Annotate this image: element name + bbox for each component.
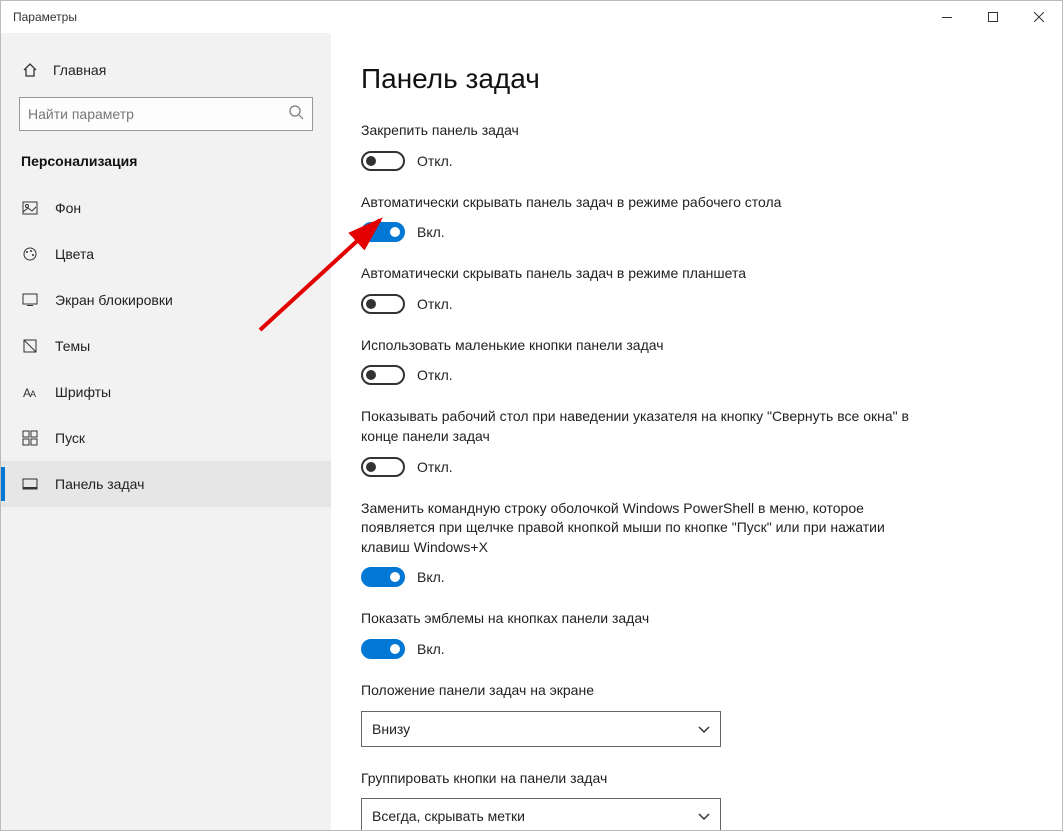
page-title: Панель задач bbox=[361, 63, 1042, 95]
taskbar-icon bbox=[21, 475, 39, 493]
toggle-badges[interactable] bbox=[361, 639, 405, 659]
sidebar-section-title: Персонализация bbox=[1, 153, 331, 185]
sidebar-item-themes[interactable]: Темы bbox=[1, 323, 331, 369]
setting-label: Показывать рабочий стол при наведении ук… bbox=[361, 407, 921, 446]
setting-label: Использовать маленькие кнопки панели зад… bbox=[361, 336, 921, 356]
setting-combine-buttons: Группировать кнопки на панели задач Всег… bbox=[361, 769, 921, 830]
titlebar: Параметры bbox=[1, 1, 1062, 33]
toggle-state-text: Откл. bbox=[417, 367, 453, 383]
dropdown-value: Всегда, скрывать метки bbox=[372, 808, 525, 824]
fonts-icon: AA bbox=[21, 383, 39, 401]
sidebar-item-start[interactable]: Пуск bbox=[1, 415, 331, 461]
setting-powershell: Заменить командную строку оболочкой Wind… bbox=[361, 499, 921, 588]
setting-small-buttons: Использовать маленькие кнопки панели зад… bbox=[361, 336, 921, 386]
sidebar-item-colors[interactable]: Цвета bbox=[1, 231, 331, 277]
close-icon bbox=[1034, 12, 1044, 22]
home-link[interactable]: Главная bbox=[1, 51, 331, 97]
dropdown-taskbar-location[interactable]: Внизу bbox=[361, 711, 721, 747]
setting-badges: Показать эмблемы на кнопках панели задач… bbox=[361, 609, 921, 659]
toggle-small-buttons[interactable] bbox=[361, 365, 405, 385]
setting-label: Положение панели задач на экране bbox=[361, 681, 921, 701]
close-button[interactable] bbox=[1016, 1, 1062, 33]
setting-taskbar-location: Положение панели задач на экране Внизу bbox=[361, 681, 921, 747]
sidebar-item-label: Экран блокировки bbox=[55, 292, 173, 308]
palette-icon bbox=[21, 245, 39, 263]
setting-autohide-tablet: Автоматически скрывать панель задач в ре… bbox=[361, 264, 921, 314]
setting-label: Показать эмблемы на кнопках панели задач bbox=[361, 609, 921, 629]
main-panel: Панель задач Закрепить панель задач Откл… bbox=[331, 33, 1062, 830]
setting-peek-desktop: Показывать рабочий стол при наведении ук… bbox=[361, 407, 921, 476]
setting-label: Заменить командную строку оболочкой Wind… bbox=[361, 499, 921, 558]
sidebar-item-label: Фон bbox=[55, 200, 81, 216]
home-label: Главная bbox=[53, 62, 106, 78]
sidebar-item-lock-screen[interactable]: Экран блокировки bbox=[1, 277, 331, 323]
chevron-down-icon bbox=[698, 721, 710, 737]
sidebar-item-label: Темы bbox=[55, 338, 90, 354]
dropdown-value: Внизу bbox=[372, 721, 410, 737]
toggle-state-text: Откл. bbox=[417, 153, 453, 169]
search-icon bbox=[288, 104, 304, 125]
minimize-icon bbox=[942, 17, 952, 18]
maximize-icon bbox=[988, 12, 998, 22]
setting-label: Закрепить панель задач bbox=[361, 121, 921, 141]
setting-autohide-desktop: Автоматически скрывать панель задач в ре… bbox=[361, 193, 921, 243]
toggle-autohide-desktop[interactable] bbox=[361, 222, 405, 242]
setting-label: Группировать кнопки на панели задач bbox=[361, 769, 921, 789]
setting-label: Автоматически скрывать панель задач в ре… bbox=[361, 193, 921, 213]
sidebar-item-label: Панель задач bbox=[55, 476, 144, 492]
setting-lock-taskbar: Закрепить панель задач Откл. bbox=[361, 121, 921, 171]
maximize-button[interactable] bbox=[970, 1, 1016, 33]
toggle-state-text: Вкл. bbox=[417, 569, 445, 585]
toggle-state-text: Вкл. bbox=[417, 224, 445, 240]
toggle-lock-taskbar[interactable] bbox=[361, 151, 405, 171]
toggle-peek-desktop[interactable] bbox=[361, 457, 405, 477]
start-icon bbox=[21, 429, 39, 447]
sidebar-item-fonts[interactable]: AA Шрифты bbox=[1, 369, 331, 415]
search-box[interactable] bbox=[19, 97, 313, 131]
toggle-autohide-tablet[interactable] bbox=[361, 294, 405, 314]
svg-text:A: A bbox=[30, 389, 36, 399]
toggle-state-text: Откл. bbox=[417, 459, 453, 475]
toggle-powershell[interactable] bbox=[361, 567, 405, 587]
minimize-button[interactable] bbox=[924, 1, 970, 33]
chevron-down-icon bbox=[698, 808, 710, 824]
content-area: Главная Персонализация Фон Цвета Экран б… bbox=[1, 33, 1062, 830]
sidebar-item-background[interactable]: Фон bbox=[1, 185, 331, 231]
home-icon bbox=[21, 61, 39, 79]
sidebar-item-taskbar[interactable]: Панель задач bbox=[1, 461, 331, 507]
setting-label: Автоматически скрывать панель задач в ре… bbox=[361, 264, 921, 284]
search-input[interactable] bbox=[28, 106, 288, 122]
toggle-state-text: Откл. bbox=[417, 296, 453, 312]
dropdown-combine-buttons[interactable]: Всегда, скрывать метки bbox=[361, 798, 721, 830]
sidebar: Главная Персонализация Фон Цвета Экран б… bbox=[1, 33, 331, 830]
sidebar-item-label: Цвета bbox=[55, 246, 94, 262]
settings-window: Параметры Главная Персо bbox=[0, 0, 1063, 831]
toggle-state-text: Вкл. bbox=[417, 641, 445, 657]
sidebar-item-label: Пуск bbox=[55, 430, 85, 446]
window-title: Параметры bbox=[13, 10, 77, 24]
sidebar-item-label: Шрифты bbox=[55, 384, 111, 400]
themes-icon bbox=[21, 337, 39, 355]
picture-icon bbox=[21, 199, 39, 217]
lock-screen-icon bbox=[21, 291, 39, 309]
